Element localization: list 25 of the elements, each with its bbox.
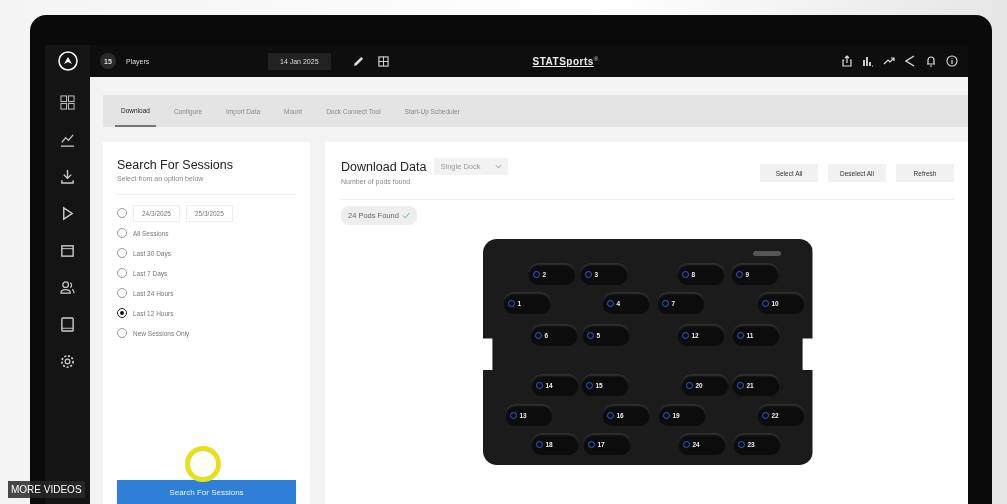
calendar-icon[interactable]	[60, 243, 75, 258]
play-icon[interactable]	[60, 206, 75, 221]
export-icon[interactable]	[841, 55, 853, 67]
more-videos-button[interactable]: MORE VIDEOS	[8, 481, 85, 498]
brand-logo: STATSports	[532, 55, 594, 67]
dashboard-icon[interactable]	[60, 95, 75, 110]
dock-indicator	[752, 251, 781, 256]
download-icon[interactable]	[60, 169, 75, 184]
trend-icon[interactable]	[883, 55, 895, 67]
logo-icon	[57, 51, 78, 71]
tablet-icon[interactable]	[60, 317, 75, 332]
check-icon	[401, 212, 410, 219]
info-icon[interactable]	[946, 55, 958, 67]
card-title: Download Data	[341, 159, 427, 174]
settings-icon[interactable]	[60, 354, 75, 369]
bar-chart-icon[interactable]	[862, 55, 874, 67]
card-title: Search For Sessions	[117, 158, 235, 172]
chevron-icon	[494, 164, 502, 169]
people-icon[interactable]	[60, 280, 75, 295]
search-button[interactable]: Search For Sessions	[117, 480, 296, 504]
bell-icon[interactable]	[925, 55, 937, 67]
pencil-icon[interactable]	[352, 55, 364, 67]
cursor-highlight	[185, 446, 221, 482]
share-icon[interactable]	[904, 55, 916, 67]
chart-icon[interactable]	[60, 132, 75, 147]
